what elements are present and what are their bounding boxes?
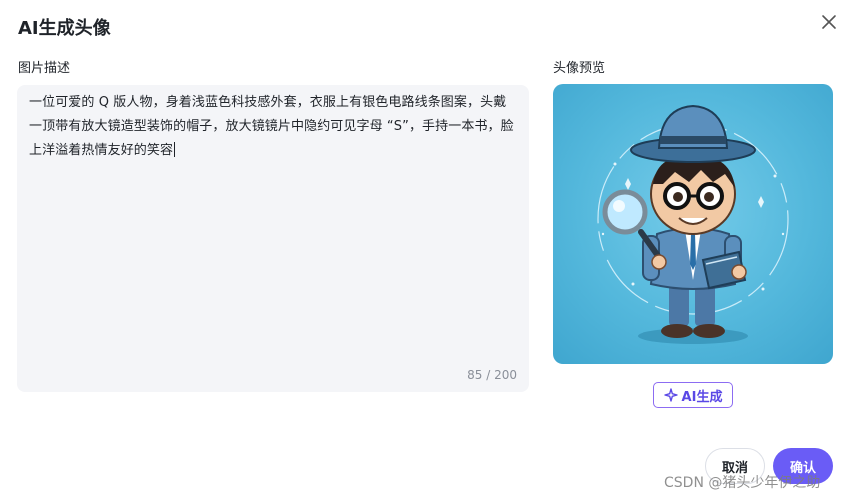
text-caret	[174, 142, 176, 157]
description-label: 图片描述	[18, 61, 71, 76]
description-textarea[interactable]: 一位可爱的 Q 版人物，身着浅蓝色科技感外套，衣服上有银色电路线条图案，头戴一顶…	[17, 85, 529, 392]
character-counter: 85 / 200	[467, 368, 517, 382]
description-text: 一位可爱的 Q 版人物，身着浅蓝色科技感外套，衣服上有银色电路线条图案，头戴一顶…	[29, 95, 514, 158]
avatar-preview	[553, 84, 833, 364]
ai-generate-button[interactable]: AI生成	[653, 382, 733, 408]
watermark: CSDN @猪头少年伊之助	[664, 475, 821, 491]
close-button[interactable]	[820, 13, 838, 31]
ai-generate-label: AI生成	[681, 389, 723, 405]
preview-label: 头像预览	[553, 61, 606, 76]
dialog-title: AI生成头像	[18, 18, 111, 39]
avatar-image	[597, 104, 789, 344]
close-icon	[822, 15, 836, 29]
sparkle-icon	[663, 388, 678, 402]
